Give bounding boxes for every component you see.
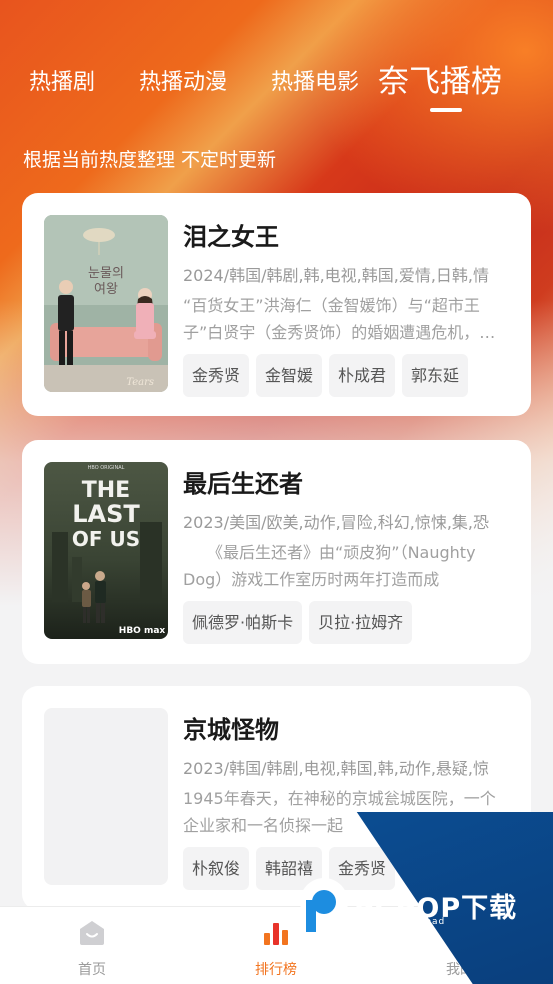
cast-tag[interactable]: 郭东延 xyxy=(402,354,469,397)
watermark-subtext: PCPOP Download xyxy=(354,917,446,927)
cast-tag[interactable]: 贝拉·拉姆齐 xyxy=(309,601,413,644)
cast-tags: 佩德罗·帕斯卡 贝拉·拉姆齐 xyxy=(183,601,413,644)
show-card[interactable]: 눈물의 여왕 Tears 泪之女王 2024/韩国/韩剧,韩,电视,韩国,爱情,… xyxy=(22,193,531,416)
show-poster: HBO ORIGINAL THE LAST OF US HBO max xyxy=(44,462,168,639)
cast-tag[interactable]: 朴成君 xyxy=(329,354,396,397)
cast-tag[interactable]: 金秀贤 xyxy=(183,354,250,397)
poster-title-line: OF US xyxy=(72,527,140,551)
svg-text:여왕: 여왕 xyxy=(94,282,118,297)
active-tab-indicator xyxy=(430,108,462,112)
show-title: 京城怪物 xyxy=(183,716,279,744)
show-description: “百货女王”洪海仁（金智媛饰）与“超市王子”白贤宇（金秀贤饰）的婚姻遭遇危机，两… xyxy=(183,296,496,342)
nav-home[interactable]: 首页 xyxy=(32,907,152,984)
show-title: 泪之女王 xyxy=(183,223,279,251)
show-card[interactable]: HBO ORIGINAL THE LAST OF US HBO max 最后生还… xyxy=(22,440,531,664)
pcpop-watermark: PCPOP下载 PCPOP Download xyxy=(298,874,553,934)
poster-brand: HBO max xyxy=(119,626,166,636)
the-last-of-us-poster-art: HBO ORIGINAL THE LAST OF US HBO max xyxy=(44,462,168,639)
show-poster: 눈물의 여왕 Tears xyxy=(44,215,168,392)
show-meta: 2023/美国/欧美,动作,冒险,科幻,惊悚,集,恐 xyxy=(183,513,490,532)
tab-netflix-ranking[interactable]: 奈飞播榜 xyxy=(378,56,502,101)
tab-hot-drama[interactable]: 热播剧 xyxy=(29,64,95,96)
cast-tags: 金秀贤 金智媛 朴成君 郭东延 xyxy=(183,354,469,397)
ranking-icon xyxy=(264,923,288,945)
page-subtitle: 根据当前热度整理 不定时更新 xyxy=(23,149,277,171)
show-description: 《最后生还者》由“顽皮狗”（Naughty Dog）游戏工作室历时两年打造而成 xyxy=(183,543,476,589)
cast-tag[interactable]: 朴叙俊 xyxy=(183,847,250,890)
category-tabs: 热播剧 热播动漫 热播电影 奈飞播榜 xyxy=(0,54,553,114)
tab-hot-anime[interactable]: 热播动漫 xyxy=(139,64,227,96)
svg-text:Tears: Tears xyxy=(126,377,154,388)
tab-hot-movie[interactable]: 热播电影 xyxy=(271,64,359,96)
home-icon xyxy=(80,921,104,945)
poster-title-line: LAST xyxy=(72,500,140,528)
show-meta: 2024/韩国/韩剧,韩,电视,韩国,爱情,日韩,情 xyxy=(183,266,490,285)
show-meta: 2023/韩国/韩剧,电视,韩国,韩,动作,悬疑,惊 xyxy=(183,759,490,778)
svg-text:눈물의: 눈물의 xyxy=(88,266,124,281)
cast-tag[interactable]: 金智媛 xyxy=(256,354,323,397)
nav-home-label: 首页 xyxy=(78,962,106,978)
show-poster-placeholder xyxy=(44,708,168,885)
cast-tag[interactable]: 佩德罗·帕斯卡 xyxy=(183,601,303,644)
queen-of-tears-poster-art: 눈물의 여왕 Tears xyxy=(44,215,168,392)
poster-top-caption: HBO ORIGINAL xyxy=(88,465,125,471)
nav-ranking-label: 排行榜 xyxy=(255,962,297,978)
pcpop-logo-icon xyxy=(300,878,348,932)
show-title: 最后生还者 xyxy=(183,470,303,498)
